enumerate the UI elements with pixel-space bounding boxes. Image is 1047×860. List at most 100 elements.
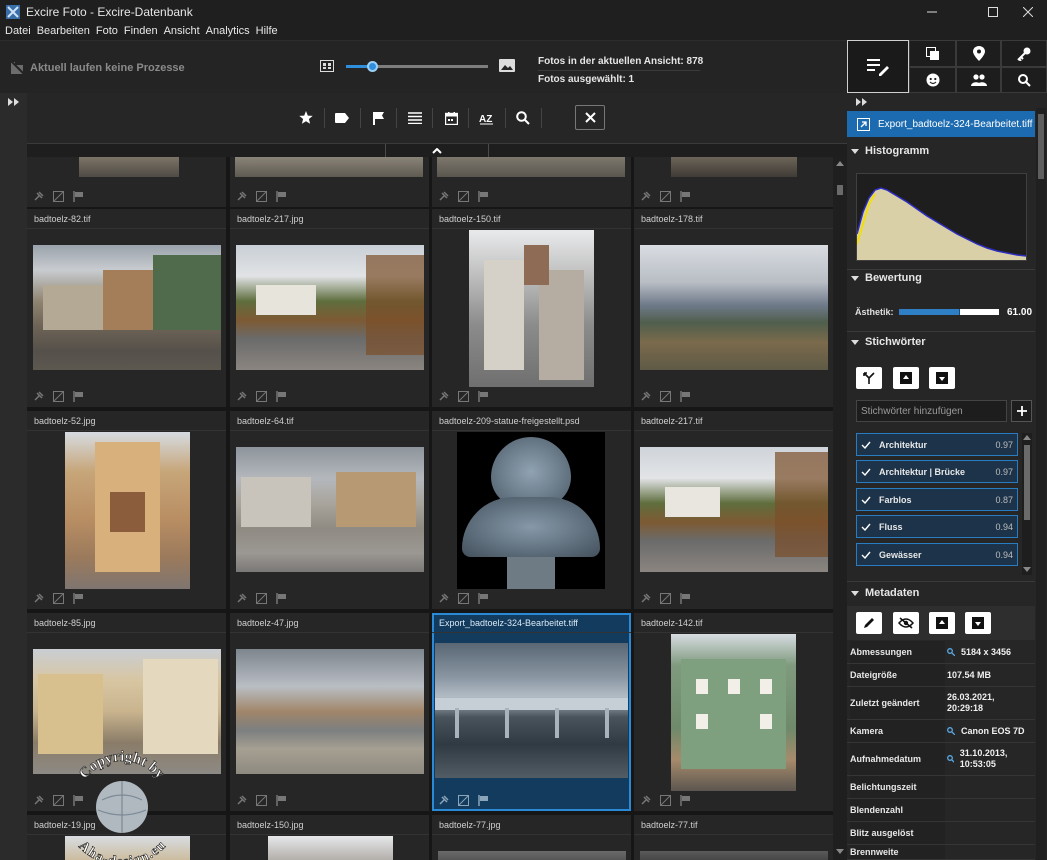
flag-icon[interactable]	[476, 189, 491, 204]
small-thumbnail-icon[interactable]	[320, 59, 334, 73]
rating-box-icon[interactable]	[658, 591, 673, 606]
face-button[interactable]	[909, 67, 956, 93]
export-keywords-button[interactable]	[929, 367, 955, 389]
keyword-chip[interactable]: Gewässer 0.94	[856, 543, 1032, 566]
photo-cell[interactable]: badtoelz-150.jpg	[230, 815, 429, 860]
expand-right-panel-icon[interactable]	[856, 98, 868, 106]
scrollbar-thumb[interactable]	[1024, 445, 1030, 520]
scroll-up-icon[interactable]	[836, 161, 844, 166]
histogram-section-header[interactable]: Histogramm	[847, 142, 1035, 160]
pin-icon[interactable]	[436, 793, 451, 808]
photo-cell[interactable]: badtoelz-217.jpg	[230, 209, 429, 407]
photo-cell[interactable]: badtoelz-178.tif	[634, 209, 833, 407]
sort-button[interactable]: AZ	[477, 108, 497, 128]
key-search-button[interactable]	[1001, 40, 1047, 67]
flag-icon[interactable]	[678, 389, 693, 404]
pin-icon[interactable]	[436, 189, 451, 204]
search-icon[interactable]	[947, 755, 954, 763]
pin-icon[interactable]	[234, 189, 249, 204]
expand-left-panel-icon[interactable]	[8, 98, 20, 106]
rating-box-icon[interactable]	[51, 591, 66, 606]
photo-cell[interactable]: badtoelz-77.tif	[634, 815, 833, 860]
pin-icon[interactable]	[638, 389, 653, 404]
search-icon[interactable]	[947, 648, 955, 656]
keyword-chip[interactable]: Architektur 0.97	[856, 433, 1032, 456]
flag-icon[interactable]	[274, 591, 289, 606]
photo-cell[interactable]: badtoelz-150.tif	[432, 209, 631, 407]
flag-filter-button[interactable]	[369, 108, 389, 128]
date-filter-button[interactable]	[441, 108, 461, 128]
pin-icon[interactable]	[436, 389, 451, 404]
rating-box-icon[interactable]	[456, 189, 471, 204]
add-keyword-button[interactable]	[1011, 400, 1032, 422]
import-metadata-button[interactable]	[929, 612, 955, 634]
scroll-up-icon[interactable]	[1023, 435, 1031, 440]
pin-icon[interactable]	[31, 793, 46, 808]
search-icon[interactable]	[947, 727, 955, 735]
search-button[interactable]	[1001, 67, 1047, 93]
rating-box-icon[interactable]	[658, 793, 673, 808]
pin-icon[interactable]	[638, 591, 653, 606]
right-panel-scrollbar[interactable]	[1036, 108, 1046, 860]
flag-icon[interactable]	[71, 591, 86, 606]
grid-scrollbar[interactable]	[833, 157, 847, 860]
minimize-button[interactable]	[909, 0, 955, 24]
rating-box-icon[interactable]	[254, 189, 269, 204]
keywords-scrollbar[interactable]	[1022, 433, 1032, 575]
scrollbar-thumb[interactable]	[1038, 114, 1044, 179]
rating-box-icon[interactable]	[456, 591, 471, 606]
photo-cell[interactable]	[634, 157, 833, 207]
photo-cell[interactable]: badtoelz-77.jpg	[432, 815, 631, 860]
pin-icon[interactable]	[31, 591, 46, 606]
pin-icon[interactable]	[234, 793, 249, 808]
keyword-chip[interactable]: Fluss 0.94	[856, 515, 1032, 538]
flag-icon[interactable]	[476, 591, 491, 606]
hide-metadata-button[interactable]	[893, 612, 919, 634]
rating-box-icon[interactable]	[254, 389, 269, 404]
rating-box-icon[interactable]	[456, 793, 471, 808]
rating-box-icon[interactable]	[254, 793, 269, 808]
flag-icon[interactable]	[274, 793, 289, 808]
photo-cell[interactable]: badtoelz-52.jpg	[27, 411, 226, 609]
clear-filters-button[interactable]	[575, 105, 605, 130]
collapse-filter-button[interactable]	[385, 144, 489, 158]
flag-icon[interactable]	[71, 189, 86, 204]
close-window-button[interactable]	[1005, 0, 1047, 24]
photo-cell[interactable]: badtoelz-217.tif	[634, 411, 833, 609]
photo-cell-selected[interactable]: Export_badtoelz-324-Bearbeitet.tiff	[432, 613, 631, 811]
rating-box-icon[interactable]	[51, 389, 66, 404]
flag-icon[interactable]	[678, 189, 693, 204]
pin-icon[interactable]	[31, 389, 46, 404]
flag-icon[interactable]	[71, 389, 86, 404]
search-filter-button[interactable]	[513, 108, 533, 128]
flag-icon[interactable]	[476, 793, 491, 808]
photo-cell[interactable]: badtoelz-82.tif	[27, 209, 226, 407]
photo-cell[interactable]: badtoelz-47.jpg	[230, 613, 429, 811]
photo-cell[interactable]: badtoelz-64.tif	[230, 411, 429, 609]
photo-cell[interactable]: badtoelz-209-statue-freigestellt.psd	[432, 411, 631, 609]
location-button[interactable]	[956, 40, 1001, 67]
flag-icon[interactable]	[476, 389, 491, 404]
merge-keywords-button[interactable]	[856, 367, 882, 389]
flag-icon[interactable]	[678, 591, 693, 606]
scrollbar-thumb[interactable]	[837, 185, 843, 195]
import-keywords-button[interactable]	[893, 367, 919, 389]
edit-metadata-button[interactable]	[856, 612, 882, 634]
menu-ansicht[interactable]: Ansicht	[164, 24, 200, 40]
menu-finden[interactable]: Finden	[124, 24, 158, 40]
rating-box-icon[interactable]	[456, 389, 471, 404]
photo-cell[interactable]	[27, 157, 226, 207]
menu-analytics[interactable]: Analytics	[206, 24, 250, 40]
flag-icon[interactable]	[274, 389, 289, 404]
flag-icon[interactable]	[678, 793, 693, 808]
menu-datei[interactable]: Datei	[5, 24, 31, 40]
rating-filter-button[interactable]	[296, 108, 316, 128]
rating-box-icon[interactable]	[658, 389, 673, 404]
rating-box-icon[interactable]	[51, 189, 66, 204]
rating-section-header[interactable]: Bewertung	[847, 269, 1035, 287]
people-button[interactable]	[956, 67, 1001, 93]
tag-filter-button[interactable]	[332, 108, 352, 128]
duplicates-button[interactable]	[909, 40, 956, 67]
flag-icon[interactable]	[274, 189, 289, 204]
keywords-section-header[interactable]: Stichwörter	[847, 333, 1035, 351]
